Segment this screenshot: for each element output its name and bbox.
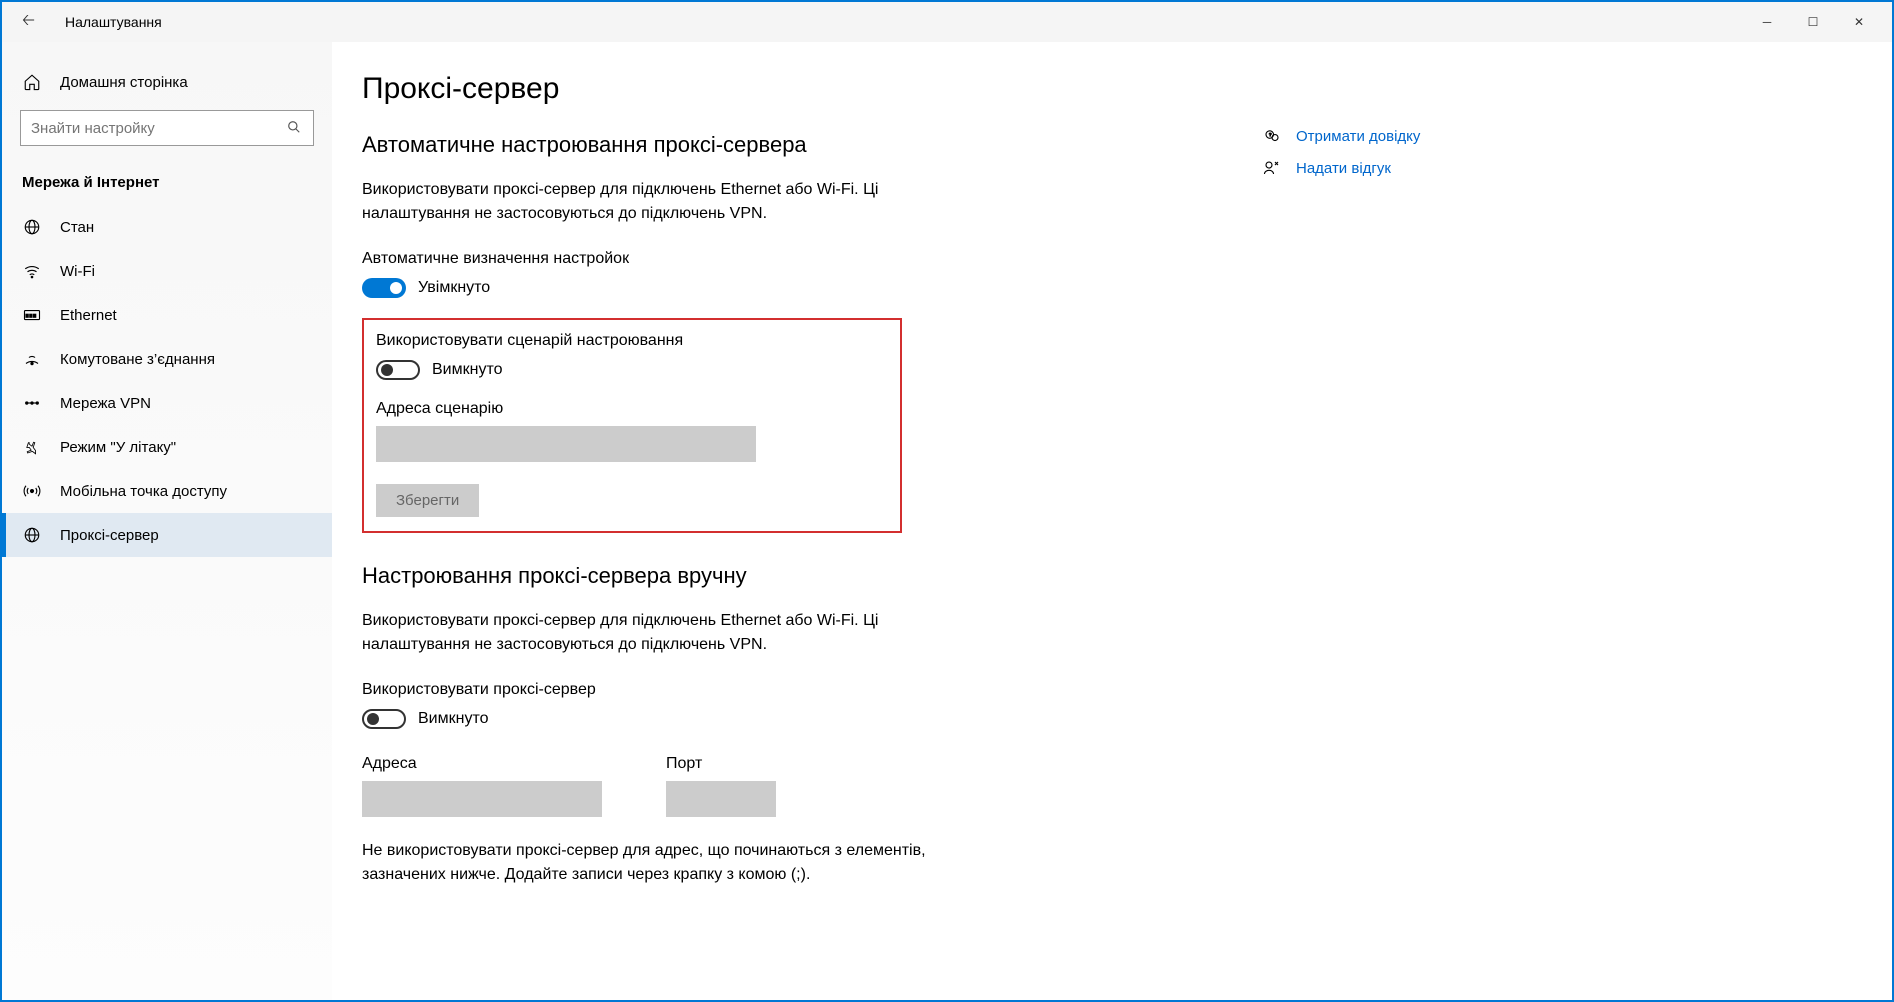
page-title: Проксі-сервер <box>362 72 1262 106</box>
use-script-state: Вимкнуто <box>432 361 503 379</box>
auto-detect-toggle[interactable] <box>362 278 406 298</box>
give-feedback-label: Надати відгук <box>1296 160 1391 177</box>
use-proxy-state: Вимкнуто <box>418 710 489 728</box>
script-address-input <box>376 426 756 462</box>
maximize-button[interactable]: ☐ <box>1790 6 1836 38</box>
sidebar-item-airplane[interactable]: Режим "У літаку" <box>2 425 332 469</box>
exceptions-desc: Не використовувати проксі-сервер для адр… <box>362 839 962 887</box>
airplane-icon <box>22 437 42 457</box>
sidebar-item-label: Комутоване з’єднання <box>60 351 215 368</box>
main-content: Проксі-сервер Автоматичне настроювання п… <box>362 72 1262 1000</box>
auto-detect-label: Автоматичне визначення настройок <box>362 250 1262 268</box>
port-label: Порт <box>666 755 776 773</box>
ethernet-icon <box>22 305 42 325</box>
svg-text:?: ? <box>1269 132 1272 137</box>
sidebar-item-ethernet[interactable]: Ethernet <box>2 293 332 337</box>
hotspot-icon <box>22 481 42 501</box>
feedback-icon <box>1262 158 1282 178</box>
address-label: Адреса <box>362 755 602 773</box>
sidebar-item-vpn[interactable]: Мережа VPN <box>2 381 332 425</box>
search-input[interactable] <box>31 120 287 137</box>
home-label: Домашня сторінка <box>60 74 188 91</box>
get-help-link[interactable]: ? Отримати довідку <box>1262 120 1642 152</box>
minimize-button[interactable]: ─ <box>1744 6 1790 38</box>
sidebar-item-wifi[interactable]: Wi-Fi <box>2 249 332 293</box>
give-feedback-link[interactable]: Надати відгук <box>1262 152 1642 184</box>
sidebar-item-dialup[interactable]: Комутоване з’єднання <box>2 337 332 381</box>
sidebar: Домашня сторінка Мережа й Інтернет Стан … <box>2 42 332 1000</box>
sidebar-item-label: Мережа VPN <box>60 395 151 412</box>
category-title: Мережа й Інтернет <box>2 164 332 205</box>
home-icon <box>22 72 42 92</box>
auto-detect-state: Увімкнуто <box>418 279 490 297</box>
sidebar-item-hotspot[interactable]: Мобільна точка доступу <box>2 469 332 513</box>
toggle-thumb <box>390 282 402 294</box>
globe-icon <box>22 217 42 237</box>
wifi-icon <box>22 261 42 281</box>
get-help-label: Отримати довідку <box>1296 128 1420 145</box>
manual-proxy-desc: Використовувати проксі-сервер для підклю… <box>362 609 962 657</box>
use-proxy-label: Використовувати проксі-сервер <box>362 681 1262 699</box>
sidebar-item-label: Проксі-сервер <box>60 527 159 544</box>
dialup-icon <box>22 349 42 369</box>
sidebar-item-proxy[interactable]: Проксі-сервер <box>2 513 332 557</box>
use-proxy-toggle[interactable] <box>362 709 406 729</box>
window-title: Налаштування <box>65 14 162 30</box>
use-script-label: Використовувати сценарій настроювання <box>376 332 888 350</box>
manual-proxy-heading: Настроювання проксі-сервера вручну <box>362 563 1262 589</box>
auto-proxy-desc: Використовувати проксі-сервер для підклю… <box>362 178 962 226</box>
port-input <box>666 781 776 817</box>
script-setup-highlight: Використовувати сценарій настроювання Ви… <box>362 318 902 533</box>
script-address-label: Адреса сценарію <box>376 400 888 418</box>
toggle-thumb <box>381 364 393 376</box>
sidebar-item-label: Стан <box>60 219 94 236</box>
sidebar-item-label: Ethernet <box>60 307 117 324</box>
use-script-toggle[interactable] <box>376 360 420 380</box>
toggle-thumb <box>367 713 379 725</box>
close-button[interactable]: ✕ <box>1836 6 1882 38</box>
sidebar-item-label: Wi-Fi <box>60 263 95 280</box>
sidebar-item-label: Мобільна точка доступу <box>60 483 227 500</box>
auto-proxy-heading: Автоматичне настроювання проксі-сервера <box>362 132 1262 158</box>
vpn-icon <box>22 393 42 413</box>
back-button[interactable]: 🡠 <box>12 5 45 40</box>
search-icon <box>287 120 303 136</box>
help-icon: ? <box>1262 126 1282 146</box>
titlebar: 🡠 Налаштування ─ ☐ ✕ <box>2 2 1892 42</box>
address-input <box>362 781 602 817</box>
script-save-button: Зберегти <box>376 484 479 517</box>
sidebar-item-status[interactable]: Стан <box>2 205 332 249</box>
search-box[interactable] <box>20 110 314 146</box>
sidebar-item-label: Режим "У літаку" <box>60 439 176 456</box>
globe-icon <box>22 525 42 545</box>
home-link[interactable]: Домашня сторінка <box>2 62 332 102</box>
right-panel: ? Отримати довідку Надати відгук <box>1262 72 1642 1000</box>
